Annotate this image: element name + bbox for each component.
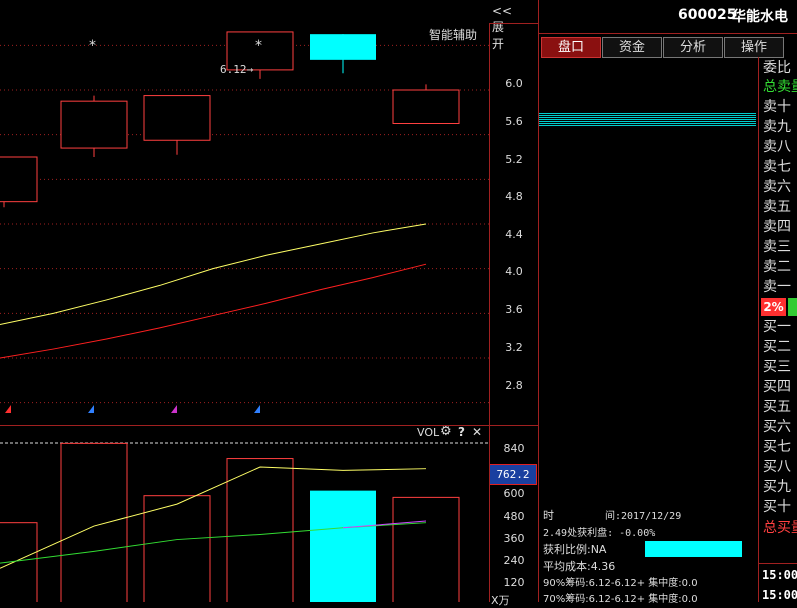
chip-90: 90%筹码:6.12-6.12+ 集中度:0.0 — [543, 578, 698, 589]
sell-level-label: 卖一 — [763, 279, 791, 295]
signal-arrow — [171, 405, 177, 413]
tab-caozuo[interactable]: 操作 — [724, 37, 784, 58]
buy-level-label: 买二 — [763, 339, 791, 355]
time-label-1: 15:00 — [762, 568, 797, 582]
chip-profit-line: 2.49处获利盘: -0.00% — [543, 528, 656, 539]
chip-profit-ratio: 获利比例:NA — [543, 543, 607, 556]
buy-level-label: 买五 — [763, 399, 791, 415]
tab-fenxi[interactable]: 分析 — [663, 37, 723, 58]
total-buy-label: 总买量 — [763, 520, 797, 536]
volume-unit-label: X万 — [491, 594, 510, 607]
chip-date-value: 间:2017/12/29 — [605, 511, 682, 522]
marker-star-1: * — [89, 38, 96, 54]
price-annotation: 6.12→ — [220, 63, 254, 76]
stock-header: 600025 华能水电 — [539, 0, 797, 33]
percent-badge-fill — [788, 298, 797, 316]
top-divider — [489, 23, 539, 24]
chart-divider — [0, 425, 539, 426]
sell-level-label: 卖九 — [763, 119, 791, 135]
candle-body — [143, 95, 211, 141]
price-tick: 3.2 — [505, 341, 523, 354]
profit-ratio-bar — [645, 541, 742, 557]
volume-axis: 840 762.2 600 480 360 240 120 X万 — [489, 426, 539, 607]
stock-code: 600025 — [678, 7, 737, 23]
volume-bar — [226, 458, 294, 602]
total-sell-label: 总卖量 — [763, 79, 797, 95]
volume-bar — [392, 496, 460, 602]
ma-short-line — [0, 223, 427, 325]
vol-tick: 360 — [503, 532, 525, 545]
price-tick: 5.2 — [505, 153, 523, 166]
tab-pankou[interactable]: 盘口 — [541, 37, 601, 58]
sell-level-label: 卖四 — [763, 219, 791, 235]
percent-badge: 2% — [761, 298, 797, 316]
gear-icon[interactable]: ⚙ — [440, 424, 452, 439]
header-divider — [539, 33, 797, 34]
chip-70: 70%筹码:6.12-6.12+ 集中度:0.0 — [543, 594, 698, 605]
candle-body — [60, 100, 128, 149]
signal-arrow — [254, 405, 260, 413]
vol-tick: 120 — [503, 576, 525, 589]
close-icon[interactable]: ✕ — [472, 425, 482, 439]
price-tick: 2.8 — [505, 379, 523, 392]
marker-star-2: * — [255, 38, 262, 54]
time-label-2: 15:00 — [762, 588, 797, 602]
vol-indicator-label[interactable]: VOL — [417, 426, 439, 439]
price-tick: 5.6 — [505, 115, 523, 128]
candle-body — [310, 34, 376, 60]
buy-level-label: 买三 — [763, 359, 791, 375]
buy-level-label: 买九 — [763, 479, 791, 495]
kline-panel[interactable]: <<展开 智能辅助 * * 6.12→ — [0, 0, 512, 425]
sell-level-label: 卖五 — [763, 199, 791, 215]
chip-date-label: 时 — [543, 509, 554, 522]
buy-level-label: 买十 — [763, 499, 791, 515]
volume-bar — [143, 495, 211, 602]
buy-level-label: 买四 — [763, 379, 791, 395]
sell-level-label: 卖六 — [763, 179, 791, 195]
help-icon[interactable]: ? — [458, 425, 465, 439]
vol-tick: 480 — [503, 510, 525, 523]
vol-tick: 240 — [503, 554, 525, 567]
sell-level-label: 卖十 — [763, 99, 791, 115]
buy-level-label: 买一 — [763, 319, 791, 335]
order-book-divider — [759, 563, 797, 564]
volume-svg — [0, 442, 489, 602]
volume-current-value: 762.2 — [489, 464, 537, 485]
tab-zijin[interactable]: 资金 — [602, 37, 662, 58]
candle-body — [392, 89, 460, 124]
price-tick: 3.6 — [505, 303, 523, 316]
price-tick: 4.4 — [505, 228, 523, 241]
percent-badge-text: 2% — [761, 298, 786, 316]
sell-level-label: 卖七 — [763, 159, 791, 175]
chip-band — [539, 113, 756, 126]
price-tick: 6.0 — [505, 77, 523, 90]
buy-level-label: 买八 — [763, 459, 791, 475]
axis-divider — [489, 23, 490, 602]
candle-body — [0, 156, 38, 203]
stock-name: 华能水电 — [732, 9, 788, 25]
signal-arrow — [5, 405, 11, 413]
sell-level-label: 卖八 — [763, 139, 791, 155]
price-tick: 4.0 — [505, 265, 523, 278]
vol-tick: 600 — [503, 487, 525, 500]
chip-avg-cost: 平均成本:4.36 — [543, 560, 616, 573]
volume-bar — [60, 442, 128, 602]
buy-level-label: 买七 — [763, 439, 791, 455]
smart-assist-label[interactable]: 智能辅助 — [429, 26, 477, 43]
sell-level-label: 卖三 — [763, 239, 791, 255]
vol-tick: 840 — [503, 442, 525, 455]
volume-bar — [310, 490, 376, 602]
buy-level-label: 买六 — [763, 419, 791, 435]
signal-arrow — [88, 405, 94, 413]
price-tick: 4.8 — [505, 190, 523, 203]
order-ratio-label: 委比 — [763, 60, 791, 76]
volume-panel[interactable]: VOL ⚙ ? ✕ — [0, 424, 489, 602]
price-axis: 6.0 5.6 5.2 4.8 4.4 4.0 3.6 3.2 2.8 — [489, 23, 539, 425]
sell-level-label: 卖二 — [763, 259, 791, 275]
